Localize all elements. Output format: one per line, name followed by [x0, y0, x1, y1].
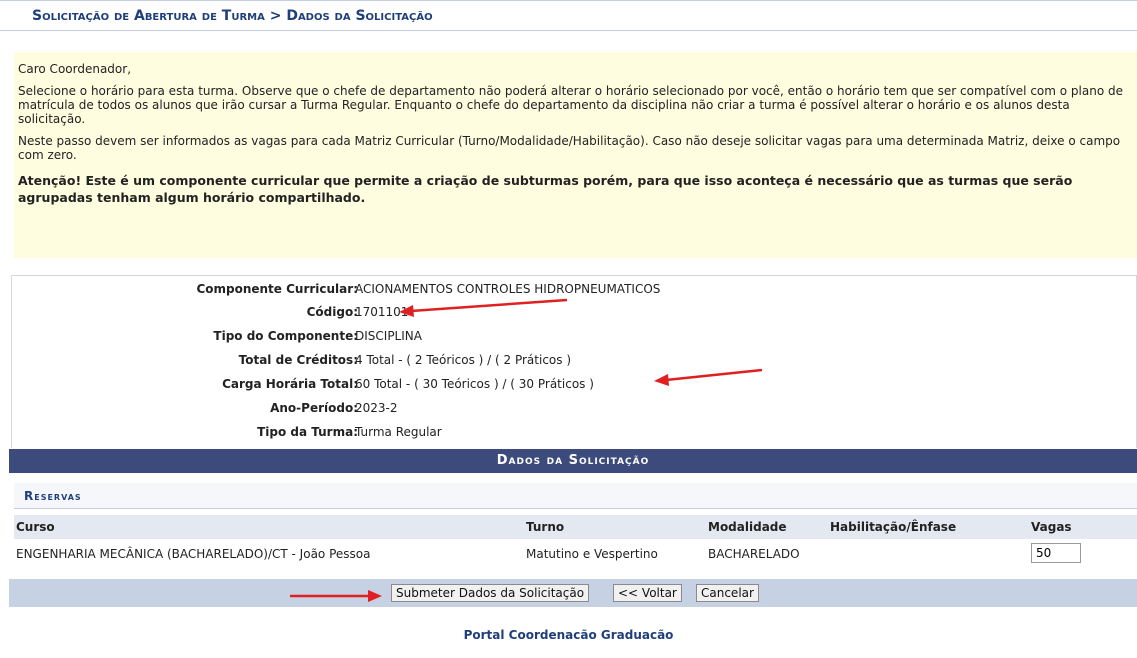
info-value: 2023-2 — [355, 401, 398, 415]
notice-paragraph-1: Selecione o horário para esta turma. Obs… — [18, 84, 1123, 126]
info-label: Código: — [306, 305, 358, 319]
info-value: 60 Total - ( 30 Teóricos ) / ( 30 Prátic… — [355, 377, 594, 391]
annotation-arrow-icon — [399, 298, 568, 317]
info-label: Componente Curricular: — [196, 282, 358, 296]
info-value: ACIONAMENTOS CONTROLES HIDROPNEUMATICOS — [355, 282, 661, 296]
notice-warning: Atenção! Este é um componente curricular… — [18, 173, 1073, 205]
info-label: Tipo do Componente: — [213, 329, 358, 343]
cell-curso: ENGENHARIA MECÂNICA (BACHARELADO)/CT - J… — [16, 547, 371, 561]
back-button[interactable]: << Voltar — [613, 584, 682, 602]
section-header-dados-solicitacao: Dados da Solicitação — [9, 449, 1137, 473]
table-row: ENGENHARIA MECÂNICA (BACHARELADO)/CT - J… — [14, 540, 1137, 568]
section-header-reservas: Reservas — [14, 483, 1137, 509]
action-bar: Submeter Dados da Solicitação << Voltar … — [9, 579, 1137, 607]
info-row-carga-horaria: Carga Horária Total: 60 Total - ( 30 Teó… — [12, 377, 1136, 396]
info-label: Ano-Período: — [270, 401, 358, 415]
column-header-vagas: Vagas — [1031, 520, 1072, 534]
info-label: Total de Créditos: — [238, 353, 358, 367]
vagas-input[interactable] — [1031, 543, 1081, 563]
info-value: Turma Regular — [355, 425, 442, 439]
info-row-creditos: Total de Créditos: 4 Total - ( 2 Teórico… — [12, 353, 1136, 372]
info-label: Carga Horária Total: — [222, 377, 358, 391]
annotation-arrow-icon — [290, 590, 382, 602]
cell-turno: Matutino e Vespertino — [526, 547, 658, 561]
column-header-turno: Turno — [526, 520, 565, 534]
column-header-modalidade: Modalidade — [708, 520, 787, 534]
info-row-ano-periodo: Ano-Período: 2023-2 — [12, 401, 1136, 420]
submit-request-button[interactable]: Submeter Dados da Solicitação — [391, 584, 590, 602]
info-row-tipo-componente: Tipo do Componente: DISCIPLINA — [12, 329, 1136, 348]
info-value: 4 Total - ( 2 Teóricos ) / ( 2 Práticos … — [355, 353, 572, 367]
info-row-tipo-turma: Tipo da Turma: Turma Regular — [12, 425, 1136, 444]
notice-paragraph-2: Neste passo devem ser informados as vaga… — [18, 134, 1121, 162]
page-title: Solicitação de Abertura de Turma > Dados… — [0, 0, 1137, 31]
info-label: Tipo da Turma: — [257, 425, 358, 439]
info-value: DISCIPLINA — [355, 329, 422, 343]
footer-link[interactable]: Portal Coordenacão Graduacão — [0, 628, 1137, 642]
cancel-button[interactable]: Cancelar — [696, 584, 759, 602]
column-header-habilitacao: Habilitação/Ênfase — [830, 520, 957, 534]
annotation-arrow-icon — [654, 368, 763, 386]
cell-modalidade: BACHARELADO — [708, 547, 800, 561]
instructions-box: Caro Coordenador, Selecione o horário pa… — [14, 52, 1137, 258]
column-header-curso: Curso — [16, 520, 55, 534]
reservas-table-header: Curso Turno Modalidade Habilitação/Ênfas… — [14, 515, 1137, 539]
notice-greeting: Caro Coordenador, — [18, 62, 132, 76]
